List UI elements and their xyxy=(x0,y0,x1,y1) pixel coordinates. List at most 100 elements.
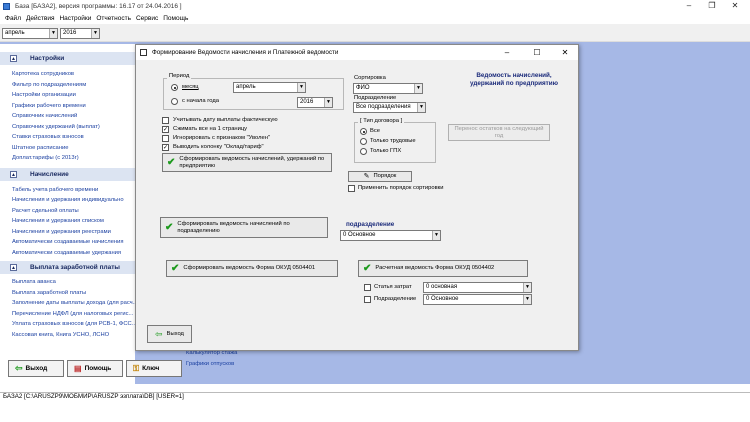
checkmark-icon: ✔ xyxy=(171,262,180,274)
period-label: Период xyxy=(167,73,192,79)
order-button[interactable]: ✎ Порядок xyxy=(348,171,412,182)
sort-select[interactable]: ФИО ▼ xyxy=(353,83,423,94)
minimize-icon[interactable]: – xyxy=(496,45,518,60)
year-select[interactable]: 2016 ▼ xyxy=(60,28,100,39)
nav-item[interactable]: Расчет сдельной оплаты xyxy=(0,206,135,217)
period-month-select[interactable]: апрель ▼ xyxy=(233,82,306,93)
key-icon: ⚿ xyxy=(133,364,140,373)
chevron-down-icon: ▼ xyxy=(523,283,531,292)
subdivision-select[interactable]: 0 Основное ▼ xyxy=(423,294,532,305)
status-bar: БАЗА2 [C:\ARUSZP9\МОБМИР\ARUSZP эзплата\… xyxy=(0,392,750,400)
from-year-start-radio[interactable] xyxy=(171,98,178,105)
nav-item[interactable]: Начисления и удержания реестрами xyxy=(0,227,135,238)
contract-labor-radio[interactable] xyxy=(360,138,367,145)
contract-all-radio[interactable] xyxy=(360,128,367,135)
collapse-icon[interactable]: ▲ xyxy=(10,55,17,62)
period-year-select[interactable]: 2016 ▼ xyxy=(297,97,333,108)
exit-button[interactable]: ⇦ Выход xyxy=(8,360,64,377)
nav-item[interactable]: Настройки организации xyxy=(0,90,135,101)
nav-item[interactable]: Уплата страховых взносов (для РСВ-1, ФСС… xyxy=(0,319,135,330)
checkbox-label: Сжимать все на 1 страницу xyxy=(173,126,248,132)
left-nav-panel: ▲ Настройки Картотека сотрудников Фильтр… xyxy=(0,44,135,384)
collapse-icon[interactable]: ▲ xyxy=(10,170,17,178)
close-icon[interactable]: ✕ xyxy=(726,1,744,11)
contract-gph-radio[interactable] xyxy=(360,148,367,155)
month-radio[interactable] xyxy=(171,84,178,91)
collapse-icon[interactable]: ▲ xyxy=(10,264,17,271)
minimize-icon[interactable]: – xyxy=(680,1,698,11)
checkbox-subdivision[interactable] xyxy=(364,296,371,303)
form-division-statement-button[interactable]: ✔ Сформировать ведомость начислений по п… xyxy=(160,217,328,238)
nav-item[interactable]: Доплат.тарифы (с 2013г) xyxy=(0,153,135,164)
checkbox-expense-item[interactable] xyxy=(364,284,371,291)
transfer-remains-button[interactable]: Перенос остатков на следующий год xyxy=(448,124,550,141)
checkbox-label: Выводить колонку "Оклад/тариф" xyxy=(173,144,264,150)
checkmark-icon: ✔ xyxy=(167,156,176,168)
nav-item[interactable]: Картотека сотрудников xyxy=(0,69,135,80)
checkbox-actual-payment-date[interactable] xyxy=(162,117,169,124)
menu-bar: Файл Действия Настройки Отчетность Серви… xyxy=(0,13,750,23)
chevron-down-icon: ▼ xyxy=(49,29,57,38)
contract-option-label: Все xyxy=(370,128,380,134)
dialog-titlebar: Формирование Ведомости начисления и Плат… xyxy=(136,45,578,60)
dialog-exit-button[interactable]: ⇦ Выход xyxy=(147,325,192,343)
maximize-icon[interactable]: ☐ xyxy=(526,45,548,60)
checkbox-apply-sort-order[interactable] xyxy=(348,185,355,192)
toolbar: апрель ▼ 2016 ▼ xyxy=(0,24,750,42)
nav-item[interactable]: Табель учета рабочего времени xyxy=(0,185,135,196)
nav-item[interactable]: Ставки страховых взносов xyxy=(0,132,135,143)
nav-item[interactable]: Фильтр по подразделениям xyxy=(0,80,135,91)
contract-option-label: Только трудовые xyxy=(370,138,416,144)
checkbox-salary-column[interactable]: ✓ xyxy=(162,144,169,151)
expense-item-select[interactable]: 0 основная ▼ xyxy=(423,282,532,293)
nav-item[interactable]: Перечисление НДФЛ (для налоговых регис..… xyxy=(0,309,135,320)
menu-file[interactable]: Файл xyxy=(5,15,21,22)
nav-item[interactable]: Выплата заработной платы xyxy=(0,288,135,299)
nav-item[interactable]: Автоматически создаваемые начисления xyxy=(0,237,135,248)
division-select[interactable]: Все подразделения ▼ xyxy=(353,102,426,113)
nav-item[interactable]: Автоматически создаваемые удержания xyxy=(0,248,135,259)
maximize-icon[interactable]: ❐ xyxy=(703,1,721,11)
nav-item[interactable]: Начисления и удержания списком xyxy=(0,216,135,227)
division-section-label: подразделение xyxy=(346,221,395,228)
checkbox-label: Игнорировать с признаком "Уволен" xyxy=(173,135,271,141)
division-statement-select[interactable]: 0 Основное ▼ xyxy=(340,230,441,241)
nav-item[interactable]: Выплата аванса xyxy=(0,277,135,288)
section-settings-header[interactable]: ▲ Настройки xyxy=(0,52,135,65)
expense-item-label: Статья затрат xyxy=(374,284,412,290)
menu-actions[interactable]: Действия xyxy=(26,15,54,22)
nav-item[interactable]: Справочник начислений xyxy=(0,111,135,122)
close-icon[interactable]: ✕ xyxy=(554,45,576,60)
month-radio-label: месяц xyxy=(182,84,199,90)
nav-item[interactable]: Заполнение даты выплаты дохода (для расч… xyxy=(0,298,135,309)
nav-item[interactable]: Штатное расписание xyxy=(0,143,135,154)
chevron-down-icon: ▼ xyxy=(432,231,440,240)
from-year-start-label: с начала года xyxy=(182,98,219,104)
checkbox-compress-one-page[interactable]: ✓ xyxy=(162,126,169,133)
key-button[interactable]: ⚿ Ключ xyxy=(126,360,182,377)
nav-item[interactable]: Начисления и удержания индивидуально xyxy=(0,195,135,206)
contract-option-label: Только ГПХ xyxy=(370,148,402,154)
nav-item-vacation-schedule[interactable]: Графики отпусков xyxy=(186,361,234,367)
menu-service[interactable]: Сервис xyxy=(136,15,158,22)
nav-item[interactable]: Справочник удержаний (выплат) xyxy=(0,122,135,133)
form-0504401-button[interactable]: ✔ Сформировать ведомость Форма ОКУД 0504… xyxy=(166,260,338,277)
form-enterprise-statement-button[interactable]: ✔ Сформировать ведомость начислений, уде… xyxy=(162,153,332,172)
nav-item[interactable]: Графики рабочего времени xyxy=(0,101,135,112)
month-select[interactable]: апрель ▼ xyxy=(2,28,58,39)
checkbox-ignore-dismissed[interactable] xyxy=(162,135,169,142)
payment-0504402-button[interactable]: ✔ Расчетная ведомость Форма ОКУД 0504402 xyxy=(358,260,528,277)
nav-item[interactable]: Кассовая книга, Книга УСНО, ЛСНО xyxy=(0,330,135,341)
menu-settings[interactable]: Настройки xyxy=(59,15,91,22)
section-accrual-header[interactable]: ▲ Начисление xyxy=(0,167,135,181)
chevron-down-icon: ▼ xyxy=(91,29,99,38)
subdivision-label: Подразделение xyxy=(374,296,417,302)
exit-arrow-icon: ⇦ xyxy=(15,363,23,373)
checkbox-label: Применить порядок сортировки xyxy=(358,185,444,191)
menu-reports[interactable]: Отчетность xyxy=(96,15,131,22)
checkbox-label: Учитывать дату выплаты фактическую xyxy=(173,117,278,123)
help-button[interactable]: ▤ Помощь xyxy=(67,360,123,377)
menu-help[interactable]: Помощь xyxy=(163,15,188,22)
section-payout-header[interactable]: ▲ Выплата заработной платы xyxy=(0,261,135,274)
exit-arrow-icon: ⇦ xyxy=(155,328,163,339)
